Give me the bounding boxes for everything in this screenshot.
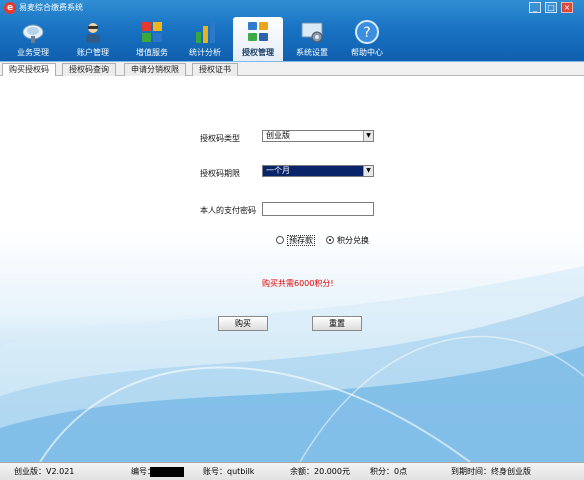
authorization-term-value: 一个月	[266, 166, 290, 175]
nav-item-settings[interactable]: 系统设置	[287, 17, 337, 61]
nav-item-account[interactable]: 账户管理	[68, 17, 118, 61]
nav-item-help[interactable]: ? 帮助中心	[342, 17, 392, 61]
nav-label: 统计分析	[189, 48, 221, 57]
radio-button[interactable]	[276, 236, 284, 244]
nav-label: 授权管理	[242, 48, 274, 57]
status-id-redacted	[150, 467, 184, 477]
puzzle-icon	[142, 22, 162, 42]
nav-label: 帮助中心	[351, 48, 383, 57]
nav-label: 账户管理	[77, 48, 109, 57]
window-title: 易麦综合缴费系统	[19, 3, 83, 12]
payment-password-label: 本人的支付密码	[200, 206, 256, 215]
reset-button[interactable]: 重置	[312, 316, 362, 331]
status-bar: 创业版：V2.021 编号： 账号：qutbilk 余额：20.000元 积分：…	[0, 462, 584, 480]
radio-prestore-option[interactable]: 预存款	[276, 235, 315, 246]
nav-item-authorization[interactable]: 授权管理	[233, 17, 283, 61]
radio-prestore-label: 预存款	[287, 235, 315, 246]
header: e 易麦综合缴费系统 _ □ × 业务受理 账户管理 增值服务 统计分析 授权管…	[0, 0, 584, 62]
purchase-notice: 购买共需6000积分!	[262, 279, 334, 288]
user-account-icon	[86, 23, 100, 43]
svg-text:?: ?	[363, 25, 370, 41]
nav-item-statistics[interactable]: 统计分析	[180, 17, 230, 61]
radio-points-option[interactable]: 积分兑换	[326, 236, 369, 246]
nav-label: 增值服务	[136, 48, 168, 57]
status-expiry: 到期时间：终身创业版	[451, 467, 531, 476]
tab-authorization-certificate[interactable]: 授权证书	[192, 63, 238, 76]
authorization-type-value: 创业版	[266, 131, 290, 140]
maximize-button[interactable]: □	[545, 2, 557, 13]
authorization-term-select[interactable]: 一个月 ▼	[262, 165, 374, 177]
subtab-bar: 购买授权码 授权码查询 申请分销权限 授权证书	[0, 62, 584, 77]
bar-chart-icon	[196, 22, 215, 43]
app-logo: e	[4, 2, 16, 14]
satellite-dish-icon	[22, 24, 44, 43]
chevron-down-icon[interactable]: ▼	[363, 166, 373, 176]
tab-buy-authorization-code[interactable]: 购买授权码	[2, 63, 56, 77]
tab-authorization-code-query[interactable]: 授权码查询	[62, 63, 116, 76]
status-version: 创业版：V2.021	[14, 467, 75, 476]
chevron-down-icon[interactable]: ▼	[363, 131, 373, 141]
help-icon: ?	[355, 20, 379, 44]
payment-password-input[interactable]	[262, 202, 374, 216]
nav-item-business[interactable]: 业务受理	[8, 17, 58, 61]
nav-item-value-added[interactable]: 增值服务	[127, 17, 177, 61]
nav-label: 系统设置	[296, 48, 328, 57]
nav-label: 业务受理	[17, 48, 49, 57]
minimize-button[interactable]: _	[529, 2, 541, 13]
status-balance: 余额：20.000元	[290, 467, 350, 476]
status-points: 积分：0点	[370, 467, 408, 476]
status-account: 账号：qutbilk	[203, 467, 255, 476]
title-bar: e 易麦综合缴费系统 _ □ ×	[0, 0, 584, 16]
authorization-type-label: 授权码类型	[200, 134, 240, 143]
authorization-type-select[interactable]: 创业版 ▼	[262, 130, 374, 142]
main-panel: 授权码类型 创业版 ▼ 授权码期限 一个月 ▼ 本人的支付密码 预存款 积分兑换…	[0, 76, 584, 462]
authorization-icon	[248, 22, 268, 41]
close-button[interactable]: ×	[561, 2, 573, 13]
authorization-term-label: 授权码期限	[200, 169, 240, 178]
radio-button-selected[interactable]	[326, 236, 334, 244]
gear-icon	[301, 22, 323, 43]
buy-button[interactable]: 购买	[218, 316, 268, 331]
radio-points-label: 积分兑换	[337, 236, 369, 245]
tab-apply-distribution-permission[interactable]: 申请分销权限	[124, 63, 186, 76]
